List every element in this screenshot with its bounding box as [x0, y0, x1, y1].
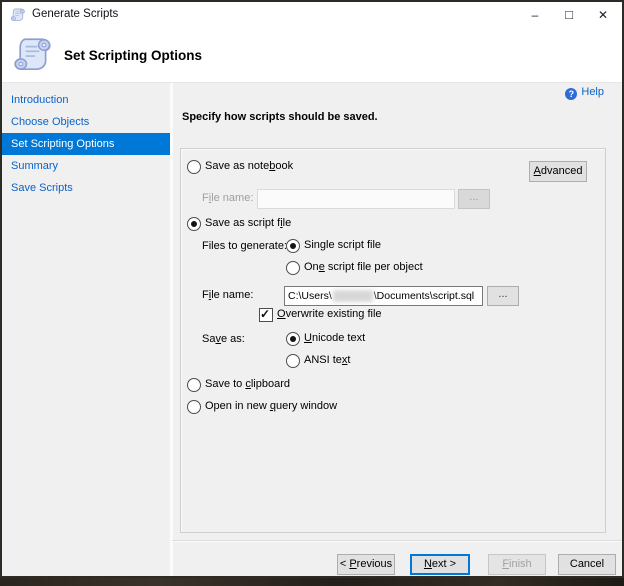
help-label: Help	[581, 86, 604, 98]
one-script-file-per-object-radio[interactable]	[286, 261, 300, 275]
finish-button: Finish	[488, 554, 546, 575]
instruction-text: Specify how scripts should be saved.	[182, 111, 378, 123]
scroll-icon-large	[12, 34, 54, 76]
ansi-text-label[interactable]: ANSI text	[304, 353, 350, 367]
options-groupbox: Save as notebook Advanced File name: ...…	[180, 148, 606, 533]
overwrite-existing-file-label[interactable]: Overwrite existing file	[277, 307, 382, 321]
save-as-notebook-radio[interactable]	[187, 160, 201, 174]
open-in-new-query-window-radio[interactable]	[187, 400, 201, 414]
save-to-clipboard-radio[interactable]	[187, 378, 201, 392]
notebook-file-name-input	[257, 189, 455, 209]
sidebar-item-summary[interactable]: Summary	[2, 155, 170, 177]
window-title: Generate Scripts	[32, 8, 118, 20]
single-script-file-radio[interactable]	[286, 239, 300, 253]
generate-scripts-window: Generate Scripts – □ ✕ Set Scripting Opt…	[0, 0, 624, 578]
save-as-label: Save as:	[202, 332, 245, 346]
page-title: Set Scripting Options	[64, 48, 202, 63]
single-script-file-label[interactable]: Single script file	[304, 238, 381, 252]
files-to-generate-label: Files to generate:	[202, 239, 287, 253]
browse-button[interactable]: ...	[487, 286, 519, 306]
open-in-new-query-window-label[interactable]: Open in new query window	[205, 399, 337, 413]
overwrite-existing-file-checkbox[interactable]	[259, 308, 273, 322]
file-name-label: File name:	[202, 288, 253, 302]
unicode-text-label[interactable]: Unicode text	[304, 331, 365, 345]
notebook-file-name-label: File name:	[202, 191, 253, 205]
window-controls: – □ ✕	[518, 2, 620, 28]
desktop-background-strip	[0, 578, 624, 586]
save-as-notebook-label[interactable]: Save as notebook	[205, 159, 293, 173]
file-path-suffix: \Documents\script.sql	[374, 290, 474, 302]
minimize-button[interactable]: –	[518, 2, 552, 28]
help-icon: ?	[565, 88, 577, 100]
save-to-clipboard-label[interactable]: Save to clipboard	[205, 377, 290, 391]
titlebar: Generate Scripts – □ ✕	[2, 2, 622, 28]
sidebar-item-introduction[interactable]: Introduction	[2, 89, 170, 111]
maximize-button[interactable]: □	[552, 2, 586, 28]
sidebar-item-choose-objects[interactable]: Choose Objects	[2, 111, 170, 133]
sidebar: Introduction Choose Objects Set Scriptin…	[2, 83, 173, 576]
advanced-button[interactable]: Advanced	[529, 161, 587, 182]
previous-button[interactable]: < Previous	[337, 554, 395, 575]
unicode-text-radio[interactable]	[286, 332, 300, 346]
help-link[interactable]: ? Help	[565, 86, 604, 100]
notebook-browse-button: ...	[458, 189, 490, 209]
save-as-script-file-radio[interactable]	[187, 217, 201, 231]
file-path-prefix: C:\Users\	[288, 290, 332, 302]
sidebar-item-save-scripts[interactable]: Save Scripts	[2, 177, 170, 199]
cancel-button[interactable]: Cancel	[558, 554, 616, 575]
one-script-file-per-object-label[interactable]: One script file per object	[304, 260, 423, 274]
close-button[interactable]: ✕	[586, 2, 620, 28]
file-name-input[interactable]: C:\Users\ \Documents\script.sql	[284, 286, 483, 306]
save-as-script-file-label[interactable]: Save as script file	[205, 216, 291, 230]
wizard-header: Set Scripting Options	[2, 28, 622, 83]
ansi-text-radio[interactable]	[286, 354, 300, 368]
sidebar-item-set-scripting-options[interactable]: Set Scripting Options	[2, 133, 170, 155]
scroll-icon	[10, 7, 26, 23]
redacted-username	[333, 290, 373, 302]
footer-separator	[172, 540, 622, 542]
next-button[interactable]: Next >	[410, 554, 470, 575]
